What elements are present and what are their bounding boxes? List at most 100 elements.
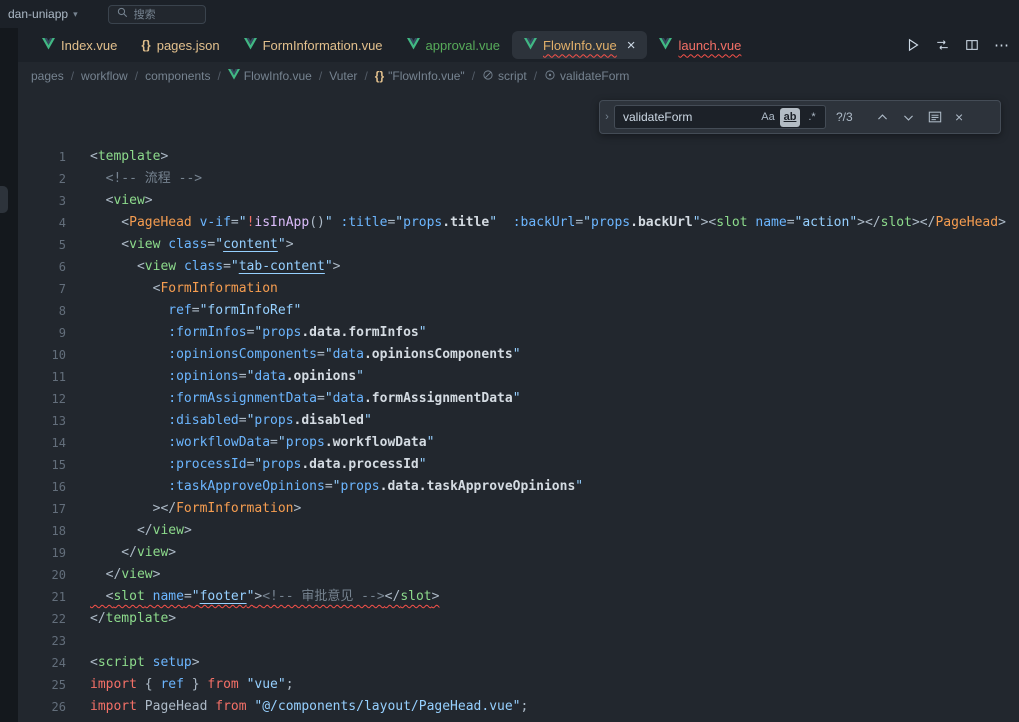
code-line[interactable]: 11 :opinions="data.opinions" — [18, 366, 1019, 388]
code-line[interactable]: 21 <slot name="footer"><!-- 审批意见 --></sl… — [18, 586, 1019, 608]
line-number: 3 — [18, 190, 66, 212]
breadcrumb-separator: / — [319, 69, 322, 83]
activity-bar-indicator[interactable] — [0, 186, 8, 213]
symbol-module-icon: {} — [375, 69, 384, 83]
code-text: <view class="tab-content"> — [66, 256, 340, 278]
tab-approval-vue[interactable]: approval.vue — [395, 28, 512, 62]
code-text: </view> — [66, 564, 160, 586]
line-number: 7 — [18, 278, 66, 300]
tab-launch-vue[interactable]: launch.vue — [647, 28, 753, 62]
code-line[interactable]: 10 :opinionsComponents="data.opinionsCom… — [18, 344, 1019, 366]
close-icon[interactable]: × — [627, 38, 636, 53]
code-line[interactable]: 2 <!-- 流程 --> — [18, 168, 1019, 190]
regex-toggle[interactable]: .* — [802, 108, 822, 127]
json-file-icon: {} — [141, 38, 150, 52]
line-number: 10 — [18, 344, 66, 366]
code-text: <view class="content"> — [66, 234, 294, 256]
previous-match-icon[interactable] — [876, 111, 889, 124]
code-line[interactable]: 14 :workflowData="props.workflowData" — [18, 432, 1019, 454]
code-line[interactable]: 15 :processId="props.data.processId" — [18, 454, 1019, 476]
line-number: 14 — [18, 432, 66, 454]
line-number: 25 — [18, 674, 66, 696]
code-line[interactable]: 20 </view> — [18, 564, 1019, 586]
find-input[interactable] — [623, 110, 756, 124]
code-line[interactable]: 6 <view class="tab-content"> — [18, 256, 1019, 278]
tab-pages-json[interactable]: {} pages.json — [129, 28, 231, 62]
breadcrumb-item[interactable]: Vuter — [329, 69, 357, 83]
tab-label: FormInformation.vue — [263, 38, 383, 53]
code-line[interactable]: 8 ref="formInfoRef" — [18, 300, 1019, 322]
code-line[interactable]: 4 <PageHead v-if="!isInApp()" :title="pr… — [18, 212, 1019, 234]
code-line[interactable]: 3 <view> — [18, 190, 1019, 212]
code-text: <template> — [66, 146, 168, 168]
line-number: 6 — [18, 256, 66, 278]
code-line[interactable]: 26import PageHead from "@/components/lay… — [18, 696, 1019, 718]
vue-file-icon — [524, 38, 537, 53]
code-text — [66, 630, 90, 652]
code-line[interactable]: 13 :disabled="props.disabled" — [18, 410, 1019, 432]
line-number: 20 — [18, 564, 66, 586]
symbol-script-icon — [482, 69, 494, 84]
code-line[interactable]: 22</template> — [18, 608, 1019, 630]
code-line[interactable]: 5 <view class="content"> — [18, 234, 1019, 256]
global-search-box[interactable]: 搜索 — [108, 5, 206, 24]
code-text: import { ref } from "vue"; — [66, 674, 294, 696]
search-label: 搜索 — [134, 6, 156, 22]
code-line[interactable]: 23 — [18, 630, 1019, 652]
vue-file-icon — [659, 38, 672, 53]
tab-forminformation-vue[interactable]: FormInformation.vue — [232, 28, 395, 62]
more-actions-icon[interactable]: ⋯ — [994, 36, 1009, 54]
code-text: <slot name="footer"><!-- 审批意见 --></slot> — [66, 586, 439, 608]
breadcrumb-separator: / — [364, 69, 367, 83]
tab-flowinfo-vue[interactable]: FlowInfo.vue × — [512, 31, 647, 59]
find-in-selection-icon[interactable] — [928, 110, 942, 124]
code-line[interactable]: 17 ></FormInformation> — [18, 498, 1019, 520]
line-number: 17 — [18, 498, 66, 520]
open-changes-icon[interactable] — [935, 38, 950, 52]
workspace-menu[interactable]: dan-uniapp ▾ — [8, 7, 78, 21]
find-match-count: ?/3 — [836, 110, 872, 124]
title-bar: dan-uniapp ▾ 搜索 — [0, 0, 1019, 28]
code-line[interactable]: 12 :formAssignmentData="data.formAssignm… — [18, 388, 1019, 410]
line-number: 4 — [18, 212, 66, 234]
code-line[interactable]: 1<template> — [18, 146, 1019, 168]
activity-bar-edge — [0, 28, 18, 722]
code-line[interactable]: 9 :formInfos="props.data.formInfos" — [18, 322, 1019, 344]
line-number: 18 — [18, 520, 66, 542]
breadcrumb-item-module[interactable]: {} "FlowInfo.vue" — [375, 69, 465, 83]
breadcrumb-item-file[interactable]: FlowInfo.vue — [228, 69, 312, 83]
whole-word-toggle[interactable]: ab — [780, 108, 800, 127]
breadcrumb-item-symbol[interactable]: validateForm — [544, 69, 629, 84]
code-line[interactable]: 16 :taskApproveOpinions="props.data.task… — [18, 476, 1019, 498]
tab-label: pages.json — [157, 38, 220, 53]
code-line[interactable]: 18 </view> — [18, 520, 1019, 542]
find-nav: × — [876, 109, 963, 125]
search-icon — [117, 7, 128, 21]
code-editor[interactable]: › Aa ab .* ?/3 — [18, 90, 1019, 722]
line-number: 12 — [18, 388, 66, 410]
breadcrumb-separator: / — [472, 69, 475, 83]
code-line[interactable]: 24<script setup> — [18, 652, 1019, 674]
code-line[interactable]: 19 </view> — [18, 542, 1019, 564]
tab-index-vue[interactable]: Index.vue — [30, 28, 129, 62]
line-number: 2 — [18, 168, 66, 190]
breadcrumb-item[interactable]: components — [145, 69, 210, 83]
tab-label: FlowInfo.vue — [543, 38, 617, 53]
code-text: <view> — [66, 190, 153, 212]
breadcrumb-item[interactable]: workflow — [81, 69, 128, 83]
breadcrumb-item[interactable]: pages — [31, 69, 64, 83]
close-icon[interactable]: × — [955, 109, 963, 125]
toggle-replace-icon[interactable]: › — [600, 101, 614, 133]
match-case-toggle[interactable]: Aa — [758, 108, 778, 127]
code-text: </template> — [66, 608, 176, 630]
find-widget: › Aa ab .* ?/3 — [599, 100, 1001, 134]
next-match-icon[interactable] — [902, 111, 915, 124]
breadcrumb-item-script[interactable]: script — [482, 69, 527, 84]
code-area: 1<template>2 <!-- 流程 -->3 <view>4 <PageH… — [18, 90, 1019, 718]
split-editor-icon[interactable] — [965, 38, 979, 52]
code-text: :disabled="props.disabled" — [66, 410, 372, 432]
workspace-name: dan-uniapp — [8, 7, 68, 21]
run-icon[interactable] — [906, 38, 920, 52]
code-line[interactable]: 7 <FormInformation — [18, 278, 1019, 300]
code-line[interactable]: 25import { ref } from "vue"; — [18, 674, 1019, 696]
